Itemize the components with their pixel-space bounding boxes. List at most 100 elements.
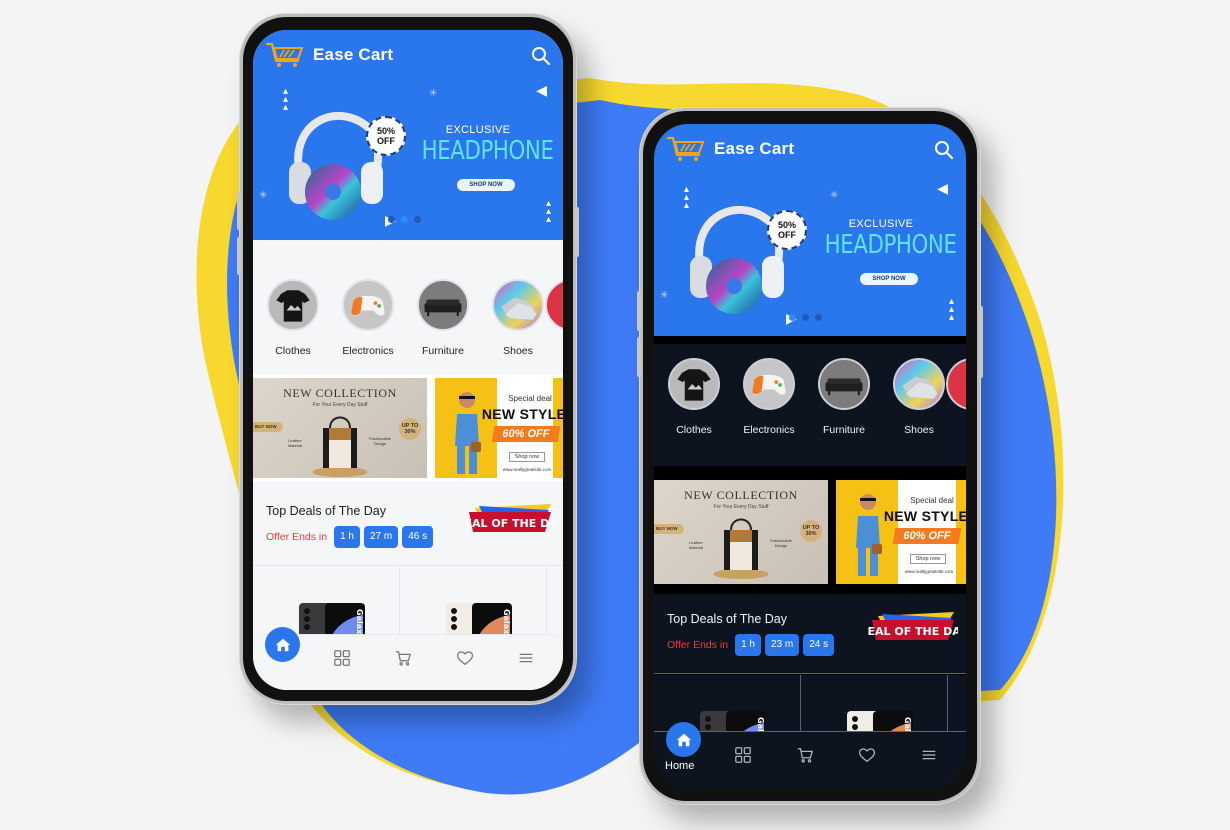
promo-new-collection[interactable]: NEW COLLECTION For Your Every Day Stuff … <box>654 480 828 584</box>
search-icon[interactable] <box>531 46 551 66</box>
showcase-stage: Ease Cart 50% OFF EXCLUSIVE HEADPHONE SH… <box>0 0 1230 830</box>
promo-shop-now-button[interactable]: Shop now <box>910 554 946 564</box>
category-clothes[interactable]: Clothes <box>662 358 726 466</box>
triangle-deco-icon: ▴ ▴ ▴ <box>283 86 289 113</box>
search-icon[interactable] <box>934 140 954 160</box>
timer-hours: 1 h <box>334 526 360 548</box>
shop-now-button[interactable]: SHOP NOW <box>860 273 918 285</box>
screen-fill <box>253 680 563 690</box>
nav-menu[interactable] <box>515 647 537 669</box>
top-deals-section: Top Deals of The Day Offer Ends in 1 h 2… <box>253 486 563 566</box>
promo-title: NEW COLLECTION <box>684 488 798 502</box>
promo-shop-now-button[interactable]: Shop now <box>509 452 545 462</box>
offer-countdown: Offer Ends in 1 h 23 m 24 s <box>667 634 835 656</box>
carousel-prev-arrow-icon[interactable]: ◀ <box>937 180 948 197</box>
carousel-dot[interactable] <box>414 216 421 223</box>
menu-icon <box>519 653 533 662</box>
carousel-dot[interactable] <box>815 314 822 321</box>
nav-cart[interactable] <box>392 647 414 669</box>
handbag-image <box>313 416 367 477</box>
badge-off: OFF <box>377 136 395 146</box>
promo-upto-badge: UP TO 30% <box>399 418 421 440</box>
sofa-icon <box>417 279 469 331</box>
nav-home[interactable] <box>265 627 300 662</box>
promo-special-label: Special deal <box>508 394 552 403</box>
promo-style-headline: NEW STYLE <box>481 406 563 422</box>
sparkle-icon: ✳ <box>429 88 438 99</box>
category-electronics[interactable]: Electronics <box>737 358 801 466</box>
cart-logo-icon <box>666 136 705 161</box>
promo-title: NEW COLLECTION <box>283 386 397 400</box>
deals-title: Top Deals of The Day <box>266 504 386 518</box>
volume-up-button <box>637 291 641 331</box>
promo-discount: 60% OFF <box>491 426 561 442</box>
model-image <box>455 392 481 474</box>
banner-headline: HEADPHONE <box>421 136 554 166</box>
category-furniture[interactable]: Furniture <box>812 358 876 466</box>
nav-categories[interactable] <box>331 647 353 669</box>
promo-new-collection[interactable]: NEW COLLECTION For Your Every Day Stuff … <box>253 378 427 478</box>
nav-home-label: Home <box>665 760 695 772</box>
promo-buy-now-button[interactable]: BUY NOW <box>654 524 684 534</box>
category-label: Clothes <box>275 345 311 357</box>
screen-fill <box>654 777 966 789</box>
deal-badge-text: DEAL OF THE DAY <box>465 517 555 530</box>
category-partial[interactable] <box>545 279 563 360</box>
nav-menu[interactable] <box>918 744 940 766</box>
nav-wishlist[interactable] <box>454 647 476 669</box>
category-label: Shoes <box>904 424 934 436</box>
sneakers-icon <box>492 279 544 331</box>
promo-note-right: Fashionable Design <box>770 538 792 548</box>
sneakers-icon <box>893 358 945 410</box>
deal-of-the-day-badge: DEAL OF THE DAY <box>868 612 958 640</box>
category-label: Electronics <box>743 424 795 436</box>
carousel-dot-active[interactable] <box>789 314 796 321</box>
promo-new-style[interactable]: Special deal NEW STYLE 60% OFF Shop now … <box>435 378 563 478</box>
heart-icon <box>858 747 876 762</box>
app-title: Ease Cart <box>714 139 795 158</box>
carousel-dot[interactable] <box>388 216 395 223</box>
promo-new-style[interactable]: Special deal NEW STYLE 60% OFF Shop now … <box>836 480 966 584</box>
deals-title: Top Deals of The Day <box>667 612 787 626</box>
category-list: Clothes Electronics Furniture Shoes <box>654 344 966 466</box>
category-electronics[interactable]: Electronics <box>336 279 400 360</box>
banner-eyebrow: EXCLUSIVE <box>848 218 914 230</box>
category-clothes[interactable]: Clothes <box>261 279 325 360</box>
hero-banner-carousel[interactable]: 50% OFF EXCLUSIVE HEADPHONE SHOP NOW ▴ ▴ ▴… <box>654 174 966 334</box>
shop-now-button[interactable]: SHOP NOW <box>457 179 515 191</box>
carousel-dot[interactable] <box>802 314 809 321</box>
timer-minutes: 23 m <box>765 634 800 656</box>
badge-percent: 50% <box>777 220 796 230</box>
background-blob <box>196 78 1064 795</box>
category-shoes[interactable]: Shoes <box>486 279 550 360</box>
carousel-dot-active[interactable] <box>401 216 408 223</box>
gamepad-icon <box>342 279 394 331</box>
timer-seconds: 24 s <box>803 634 835 656</box>
gamepad-icon <box>743 358 795 410</box>
category-partial[interactable] <box>946 358 966 466</box>
nav-categories[interactable] <box>732 744 754 766</box>
category-label: Furniture <box>421 345 464 357</box>
category-shoes[interactable]: Shoes <box>887 358 951 466</box>
cart-icon <box>396 650 412 666</box>
promo-note-left: Leather Material <box>688 540 704 550</box>
carousel-prev-arrow-icon[interactable]: ◀ <box>536 82 547 99</box>
sparkle-icon: ✳ <box>259 190 268 201</box>
phone-dark-theme: Ease Cart 50% OFF EXCLUSIVE HEADPHONE SH… <box>637 108 983 804</box>
app-bar: Ease Cart <box>654 124 966 174</box>
badge-percent: 50% <box>376 126 395 136</box>
model-image <box>856 494 882 576</box>
promo-buy-now-button[interactable]: BUY NOW <box>253 422 283 432</box>
banner-headline: HEADPHONE <box>824 230 957 260</box>
category-furniture[interactable]: Furniture <box>411 279 475 360</box>
hero-banner-carousel[interactable]: 50% OFF EXCLUSIVE HEADPHONE SHOP NOW ▴ ▴ ▴… <box>253 80 563 240</box>
banner-eyebrow: EXCLUSIVE <box>445 124 511 136</box>
cart-icon <box>797 747 814 763</box>
nav-wishlist[interactable] <box>856 744 878 766</box>
power-button <box>979 306 983 378</box>
nav-cart[interactable] <box>794 744 816 766</box>
category-label: Furniture <box>822 424 865 436</box>
tshirt-icon <box>267 279 319 331</box>
nav-home[interactable] <box>666 722 701 757</box>
tshirt-icon <box>668 358 720 410</box>
